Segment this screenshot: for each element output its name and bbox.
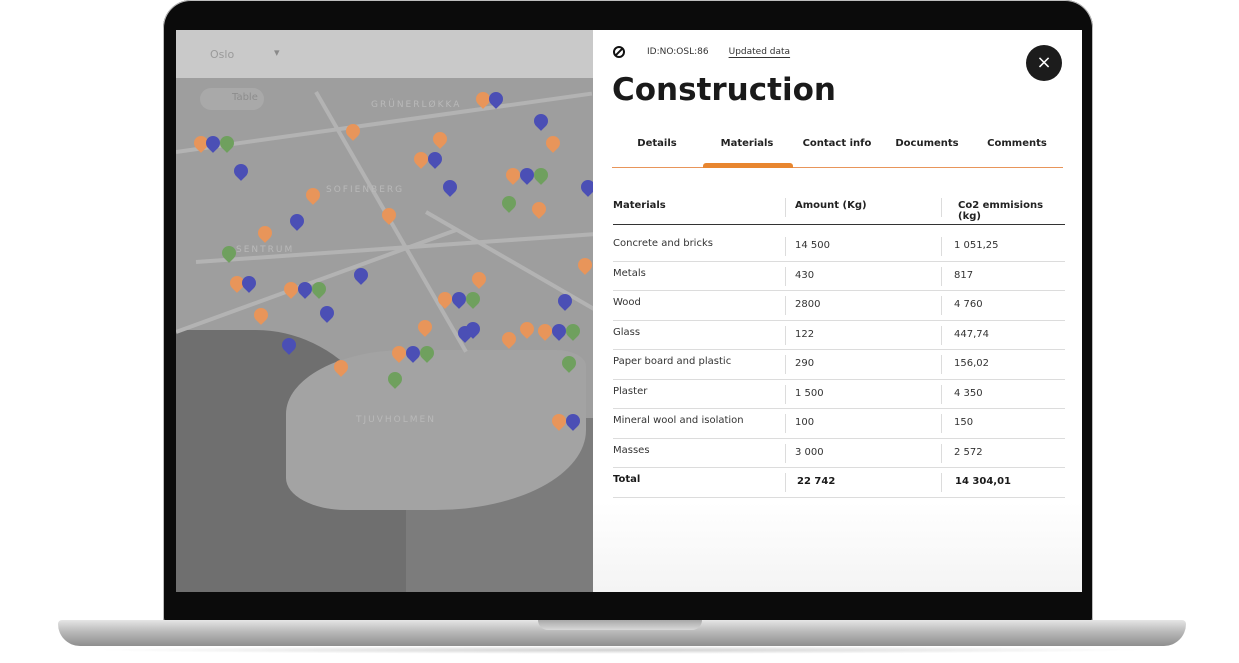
material-co2: 1 051,25 [954, 240, 999, 251]
material-name: Mineral wool and isolation [613, 415, 744, 426]
material-co2: 156,02 [954, 358, 989, 369]
material-name: Masses [613, 444, 650, 456]
laptop-shadow [90, 646, 1150, 654]
column-divider [941, 266, 942, 286]
column-divider [785, 443, 786, 463]
map-district-label: TJUVHOLMEN [356, 415, 436, 425]
tab-documents[interactable]: Documents [882, 138, 972, 149]
total-label: Total [613, 474, 641, 485]
material-name: Metals [613, 267, 646, 279]
material-name: Plaster [613, 385, 648, 397]
column-header-amount: Amount (Kg) [795, 200, 867, 211]
table-row: Wood 2800 4 760 [613, 291, 1065, 321]
map-peninsula [286, 350, 586, 510]
material-amount: 2800 [795, 299, 821, 310]
material-name: Concrete and bricks [613, 238, 713, 249]
material-amount: 1 500 [795, 387, 824, 399]
laptop-notch [538, 620, 702, 630]
panel-footer-fade [593, 502, 1082, 592]
tab-details[interactable]: Details [612, 138, 702, 149]
material-amount: 290 [795, 358, 815, 369]
material-co2: 4 350 [954, 387, 983, 399]
column-divider [785, 473, 786, 492]
blocked-icon [613, 46, 625, 58]
material-co2: 817 [954, 269, 974, 281]
table-row: Glass 122 447,74 [613, 321, 1065, 350]
table-header: Materials Amount (Kg) Co2 emmisions (kg) [613, 190, 1065, 225]
material-co2: 150 [954, 417, 974, 428]
table-spacer [613, 225, 1065, 232]
detail-panel: ID:NO:OSL:86 Updated data × Construction… [593, 30, 1082, 592]
material-amount: 3 000 [795, 446, 824, 458]
table-row: Metals 430 817 [613, 262, 1065, 291]
map-district-label: GRÜNERLØKKA [371, 100, 462, 110]
tab-contact-info[interactable]: Contact info [792, 138, 882, 149]
column-divider [785, 266, 786, 286]
material-amount: 430 [795, 269, 815, 281]
table-row: Masses 3 000 2 572 [613, 439, 1065, 468]
table-row: Plaster 1 500 4 350 [613, 380, 1065, 409]
column-divider [785, 198, 786, 217]
tab-bar: Details Materials Contact info Documents… [612, 126, 1063, 168]
column-divider [941, 443, 942, 463]
column-divider [785, 237, 786, 256]
table-toggle-button[interactable]: Table [200, 88, 264, 110]
table-row: Concrete and bricks 14 500 1 051,25 [613, 232, 1065, 262]
column-divider [941, 414, 942, 433]
column-divider [941, 325, 942, 345]
map-district-label: SOFIENBERG [326, 185, 405, 195]
column-divider [785, 325, 786, 345]
active-tab-indicator [703, 163, 793, 168]
chevron-down-icon[interactable]: ▾ [274, 46, 280, 59]
tab-comments[interactable]: Comments [972, 138, 1062, 149]
column-header-materials: Materials [613, 200, 666, 211]
laptop-screen: Oslo ▾ Table GRÜNERLØKKA SOFIENBERG TJUV… [176, 30, 1082, 592]
materials-table: Materials Amount (Kg) Co2 emmisions (kg)… [613, 190, 1065, 498]
column-divider [785, 384, 786, 404]
column-divider [941, 473, 942, 492]
total-co2: 14 304,01 [955, 476, 1011, 487]
material-name: Glass [613, 326, 641, 338]
close-icon: × [1036, 52, 1052, 73]
table-total-row: Total 22 742 14 304,01 [613, 468, 1065, 498]
column-divider [785, 355, 786, 374]
total-amount: 22 742 [797, 476, 836, 487]
updated-data-link[interactable]: Updated data [729, 47, 790, 57]
page-title: Construction [612, 72, 836, 108]
column-header-co2: Co2 emmisions (kg) [958, 200, 1044, 222]
material-amount: 14 500 [795, 240, 830, 251]
column-divider [941, 198, 942, 217]
table-row: Paper board and plastic 290 156,02 [613, 350, 1065, 380]
column-divider [941, 296, 942, 315]
city-select[interactable]: Oslo [210, 48, 234, 61]
close-button[interactable]: × [1026, 45, 1062, 81]
material-name: Paper board and plastic [613, 356, 732, 367]
column-divider [785, 414, 786, 433]
table-row: Mineral wool and isolation 100 150 [613, 409, 1065, 439]
map-district-label: SENTRUM [236, 245, 295, 255]
column-divider [941, 237, 942, 256]
material-co2: 447,74 [954, 328, 989, 340]
material-amount: 100 [795, 417, 815, 428]
material-co2: 2 572 [954, 446, 983, 458]
tab-materials[interactable]: Materials [702, 138, 792, 149]
material-co2: 4 760 [954, 299, 983, 310]
material-amount: 122 [795, 328, 815, 340]
column-divider [785, 296, 786, 315]
map-toolbar: Oslo ▾ [176, 30, 593, 78]
column-divider [941, 355, 942, 374]
column-divider [941, 384, 942, 404]
record-id: ID:NO:OSL:86 [647, 47, 709, 57]
map-view[interactable]: Oslo ▾ Table GRÜNERLØKKA SOFIENBERG TJUV… [176, 30, 593, 592]
material-name: Wood [613, 297, 641, 308]
record-meta: ID:NO:OSL:86 Updated data [613, 46, 790, 58]
